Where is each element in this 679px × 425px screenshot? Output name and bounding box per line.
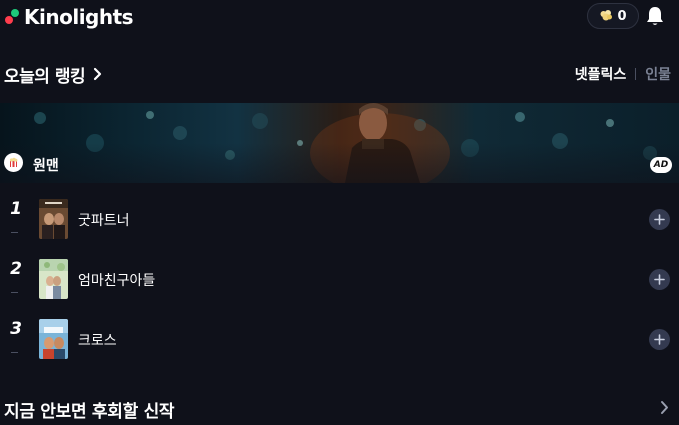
plus-icon: [654, 274, 665, 285]
kinolights-logo[interactable]: Kinolights: [4, 5, 134, 29]
popcorn-brand-icon: [4, 153, 23, 172]
ranking-title: 오늘의 랭킹: [4, 66, 86, 87]
banner-shade: [0, 143, 679, 183]
title-label: 엄마친구아들: [78, 273, 156, 289]
poster-thumbnail: [39, 199, 68, 239]
popcorn-button[interactable]: 0: [587, 3, 639, 29]
popcorn-icon: [600, 10, 613, 21]
banner-title: 원맨: [33, 158, 59, 174]
poster-thumbnail: [39, 259, 68, 299]
bell-icon[interactable]: [645, 5, 665, 27]
ranking-header[interactable]: 오늘의 랭킹: [4, 62, 103, 87]
tab-people[interactable]: 인물: [645, 64, 671, 84]
ad-banner[interactable]: 원맨 AD: [0, 103, 679, 183]
rank-number: 3: [10, 319, 22, 339]
add-button[interactable]: [649, 209, 670, 230]
add-button[interactable]: [649, 269, 670, 290]
popcorn-count: 0: [617, 8, 627, 24]
rank-number: 1: [10, 199, 22, 219]
tab-netflix[interactable]: 넷플릭스: [575, 64, 627, 84]
logo-text: Kinolights: [24, 5, 134, 29]
kinolights-home: Kinolights 0 오늘의 랭킹 넷플릭스 인물 원맨 AD 1 굿파트너…: [0, 0, 679, 425]
plus-icon: [654, 214, 665, 225]
rank-change-indicator: [11, 352, 18, 353]
title-label: 크로스: [78, 333, 117, 349]
tab-divider: [635, 68, 637, 80]
add-button[interactable]: [649, 329, 670, 350]
ranking-tabs: 넷플릭스 인물: [575, 64, 671, 84]
chevron-right-icon[interactable]: [660, 400, 670, 415]
chevron-right-icon: [94, 67, 102, 81]
ranking-item-2[interactable]: 2 엄마친구아들: [0, 259, 679, 303]
plus-icon: [654, 334, 665, 345]
top-header: Kinolights 0: [0, 0, 679, 34]
rank-change-indicator: [11, 232, 18, 233]
ranking-item-3[interactable]: 3 크로스: [0, 319, 679, 363]
poster-thumbnail: [39, 319, 68, 359]
new-releases-title[interactable]: 지금 안보면 후회할 신작: [4, 397, 175, 422]
title-label: 굿파트너: [78, 213, 130, 229]
ranking-item-1[interactable]: 1 굿파트너: [0, 199, 679, 243]
logo-mark-icon: [4, 8, 22, 26]
ad-badge: AD: [650, 157, 672, 173]
rank-number: 2: [10, 259, 22, 279]
rank-change-indicator: [11, 292, 18, 293]
